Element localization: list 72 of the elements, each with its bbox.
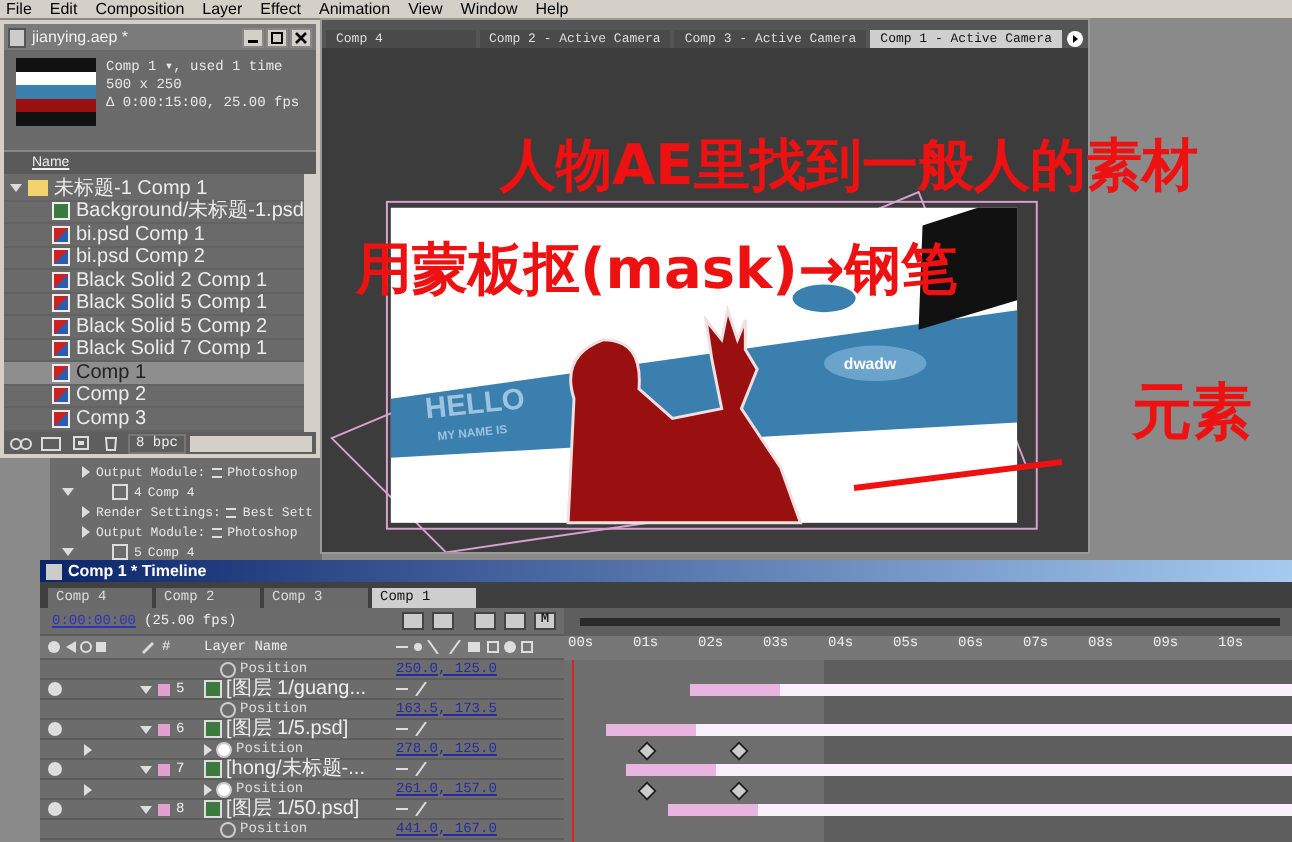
minimize-button[interactable]	[242, 27, 264, 47]
layer-name[interactable]: [图层 1/5.psd]	[226, 719, 349, 739]
toolbar-icon[interactable]	[402, 612, 424, 630]
maximize-button[interactable]	[266, 27, 288, 47]
project-file-icon	[8, 27, 26, 47]
switch-header-icon	[48, 640, 108, 654]
stopwatch-icon[interactable]	[216, 781, 232, 797]
checkbox[interactable]	[112, 484, 128, 500]
menu-item[interactable]: Edit	[49, 1, 78, 17]
close-button[interactable]	[290, 27, 312, 47]
footage-icon	[204, 720, 222, 738]
layer-name[interactable]: [图层 1/guang...	[226, 679, 367, 699]
timeline-icon	[46, 563, 62, 579]
thumbnail-drawing	[16, 58, 96, 126]
handwritten-annotation: 元素	[1132, 376, 1252, 452]
menu-item[interactable]: Animation	[318, 1, 391, 17]
scrollbar[interactable]	[190, 435, 312, 451]
project-item-row[interactable]: Comp 2	[4, 385, 304, 408]
toolbar-icon[interactable]	[432, 612, 454, 630]
switch-icon[interactable]	[396, 682, 428, 696]
project-item-row[interactable]: 未标题-1 Comp 1	[4, 178, 304, 201]
toolbar-icon[interactable]	[474, 612, 496, 630]
project-item-row[interactable]: Comp 1	[4, 362, 304, 385]
pencil-icon	[140, 640, 156, 654]
binoculars-icon[interactable]	[8, 434, 34, 452]
project-item-row[interactable]: Black Solid 2 Comp 1	[4, 270, 304, 293]
eye-icon[interactable]	[48, 762, 62, 776]
stopwatch-icon[interactable]	[220, 821, 236, 837]
switch-icon[interactable]	[396, 802, 428, 816]
eye-icon[interactable]	[48, 802, 62, 816]
new-comp-icon[interactable]	[68, 434, 94, 452]
layer-name[interactable]: [hong/未标题-...	[226, 759, 365, 779]
label-color-swatch[interactable]	[158, 683, 170, 695]
artwork-text: HELLO	[423, 383, 527, 427]
panel-menu-icon[interactable]	[1066, 29, 1084, 48]
project-item-row[interactable]: Black Solid 5 Comp 2	[4, 316, 304, 339]
footage-icon	[204, 760, 222, 778]
layer-name[interactable]: [图层 1/50.psd]	[226, 799, 360, 819]
menu-item[interactable]: View	[408, 1, 443, 17]
menu-item[interactable]: Layer	[202, 1, 243, 17]
eye-icon[interactable]	[48, 682, 62, 696]
folder-icon[interactable]	[38, 434, 64, 452]
switch-icon[interactable]	[396, 762, 428, 776]
menu-item[interactable]: Window	[460, 1, 518, 17]
stopwatch-icon[interactable]	[220, 701, 236, 717]
keyframe-navigator-icon[interactable]	[84, 783, 92, 795]
artwork-text: dwadw	[843, 354, 897, 373]
scrollbar[interactable]	[303, 174, 316, 432]
menu-item[interactable]: Help	[535, 1, 569, 17]
menu-item[interactable]: Composition	[95, 1, 185, 17]
stopwatch-icon[interactable]	[220, 661, 236, 677]
project-item-row[interactable]: Black Solid 5 Comp 1	[4, 293, 304, 316]
toolbar-icon[interactable]	[504, 612, 526, 630]
switch-header-icon	[396, 640, 536, 654]
menu-item[interactable]: Effect	[260, 1, 301, 17]
menu-item[interactable]: File	[6, 1, 32, 17]
window-title: jianying.aep *	[32, 28, 131, 46]
keyframe-navigator-icon[interactable]	[84, 743, 92, 755]
window-title: Comp 1 * Timeline	[68, 562, 207, 580]
expand-triangle-icon[interactable]	[82, 466, 90, 478]
label-color-swatch[interactable]	[158, 763, 170, 775]
project-item-row[interactable]: Background/未标题-1.psd	[4, 201, 304, 224]
collapse-triangle-icon[interactable]	[62, 488, 74, 496]
footage-icon	[204, 680, 222, 698]
project-item-row[interactable]: bi.psd Comp 2	[4, 247, 304, 270]
project-item-row[interactable]: bi.psd Comp 1	[4, 224, 304, 247]
switch-icon[interactable]	[396, 722, 428, 736]
footage-icon	[204, 800, 222, 818]
label-color-swatch[interactable]	[158, 803, 170, 815]
stopwatch-icon[interactable]	[216, 741, 232, 757]
eye-icon[interactable]	[48, 722, 62, 736]
label-color-swatch[interactable]	[158, 723, 170, 735]
